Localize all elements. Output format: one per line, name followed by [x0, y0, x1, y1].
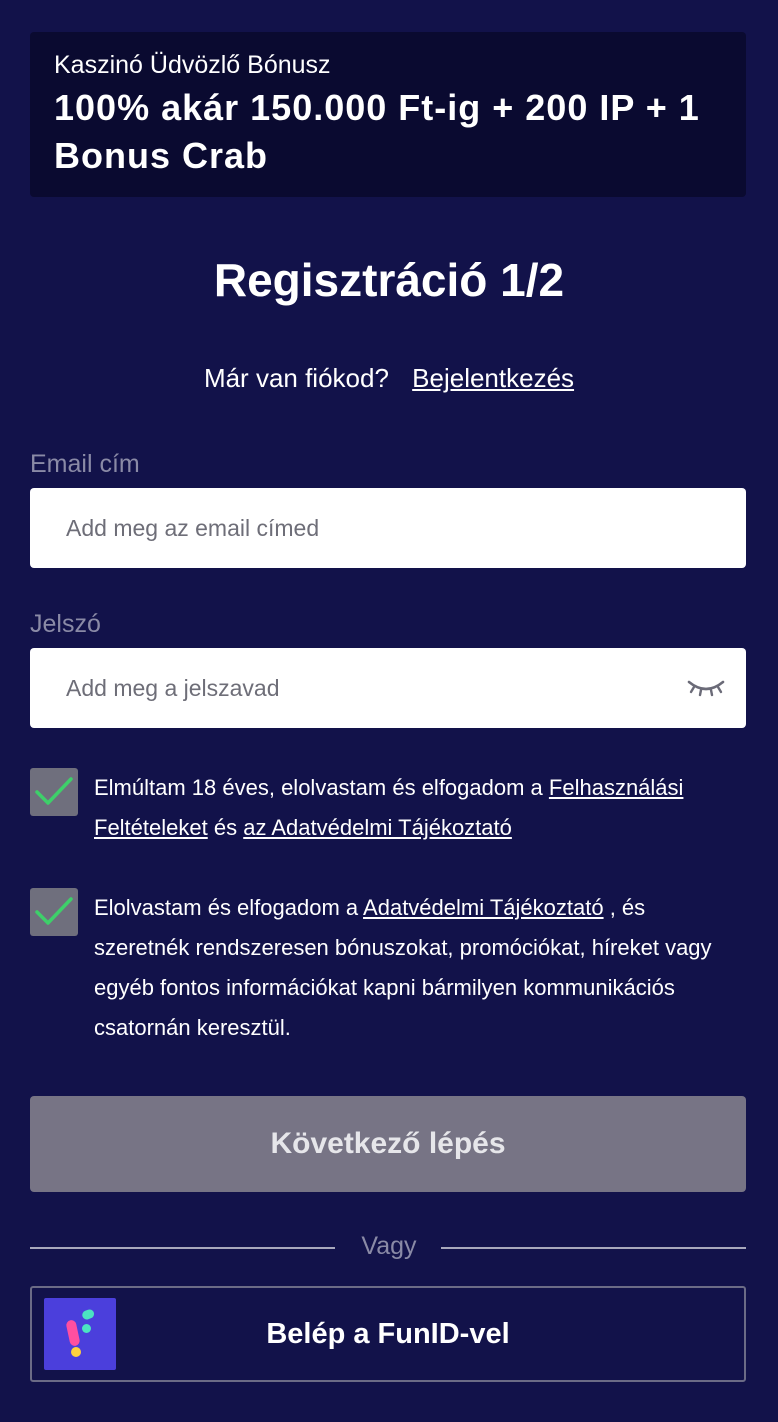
- login-link[interactable]: Bejelentkezés: [412, 363, 574, 393]
- divider-line-right: [441, 1247, 746, 1249]
- next-step-button[interactable]: Következő lépés: [30, 1096, 746, 1192]
- eye-closed-icon[interactable]: [686, 676, 726, 702]
- checkmark-icon: [35, 777, 73, 805]
- password-label: Jelszó: [30, 610, 101, 638]
- privacy-policy-link[interactable]: az Adatvédelmi Tájékoztató: [243, 815, 512, 840]
- terms-consent-text: Elmúltam 18 éves, elolvastam és elfogado…: [94, 768, 744, 848]
- email-field[interactable]: [30, 488, 746, 568]
- funid-login-button[interactable]: Belép a FunID-vel: [30, 1286, 746, 1382]
- login-question: Már van fiókod?: [203, 363, 389, 393]
- bonus-banner: Kaszinó Üdvözlő Bónusz 100% akár 150.000…: [30, 32, 746, 197]
- email-field-container: [30, 488, 746, 568]
- marketing-text-before: Elolvastam és elfogadom a: [94, 895, 359, 920]
- marketing-checkbox[interactable]: [30, 888, 78, 936]
- password-field[interactable]: [30, 648, 746, 728]
- marketing-consent-text: Elolvastam és elfogadom a Adatvédelmi Tá…: [94, 888, 744, 1048]
- funid-button-label: Belép a FunID-vel: [266, 1318, 510, 1350]
- bonus-subtitle: Kaszinó Üdvözlő Bónusz: [54, 51, 331, 79]
- login-prompt: Már van fiókod? Bejelentkezés: [0, 360, 778, 396]
- terms-text-before: Elmúltam 18 éves, elolvastam és elfogado…: [94, 775, 543, 800]
- checkmark-icon: [35, 897, 73, 925]
- terms-text-middle: és: [213, 815, 238, 840]
- password-field-container: [30, 648, 746, 728]
- terms-checkbox[interactable]: [30, 768, 78, 816]
- email-label: Email cím: [30, 450, 140, 478]
- bonus-title: 100% akár 150.000 Ft-ig + 200 IP + 1 Bon…: [54, 87, 700, 176]
- page-title: Regisztráció 1/2: [213, 254, 565, 306]
- marketing-privacy-policy-link[interactable]: Adatvédelmi Tájékoztató: [363, 895, 604, 920]
